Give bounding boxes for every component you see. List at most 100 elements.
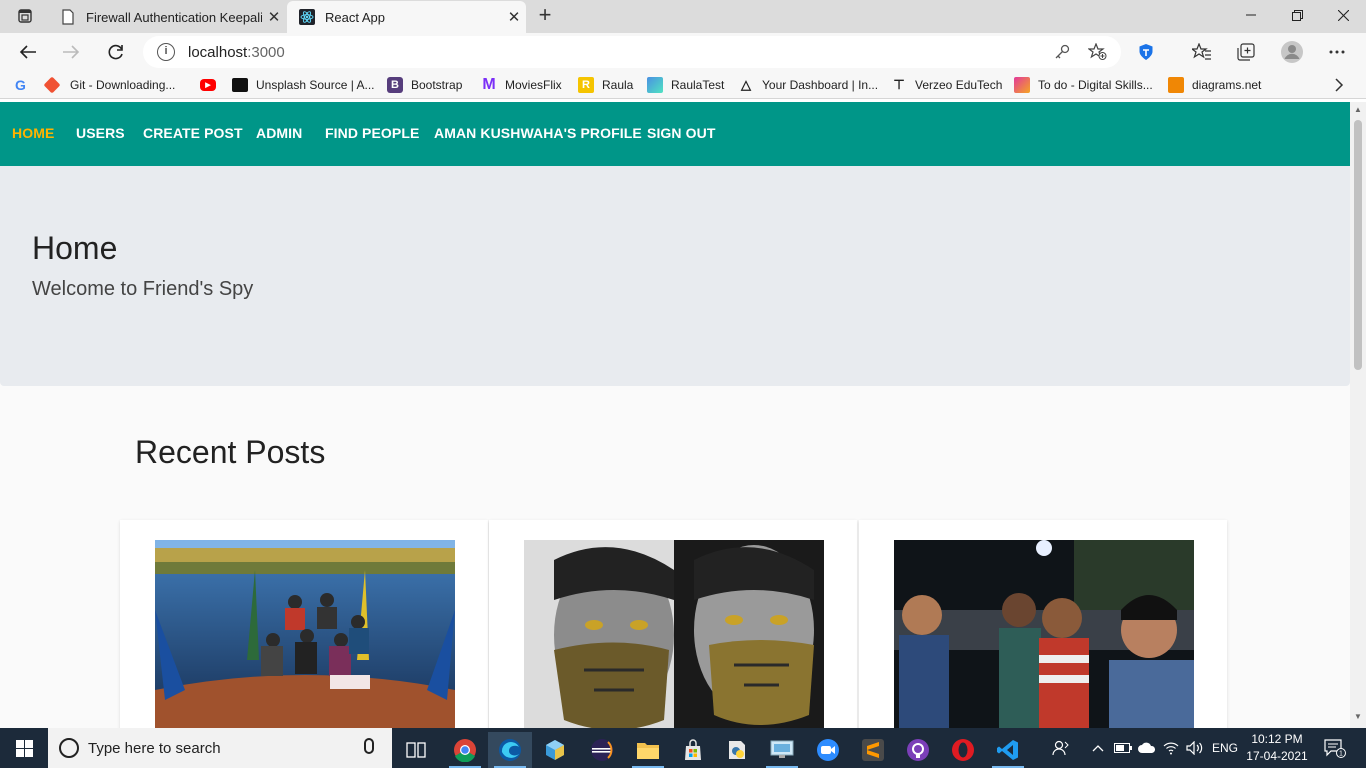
3d-viewer-icon[interactable] <box>533 732 577 768</box>
python-icon[interactable] <box>716 732 760 768</box>
opera-icon[interactable] <box>941 732 985 768</box>
store-icon[interactable] <box>671 732 715 768</box>
microphone-icon[interactable] <box>364 738 374 754</box>
eclipse-icon[interactable] <box>580 732 624 768</box>
nav-profile[interactable]: AMAN KUSHWAHA'S PROFILE <box>434 125 642 141</box>
chrome-icon[interactable] <box>443 732 487 768</box>
bookmark-todo[interactable]: To do - Digital Skills... <box>1014 76 1153 94</box>
profile-avatar-icon[interactable] <box>1277 37 1307 67</box>
bookmark-youtube[interactable]: ▶ <box>200 76 224 94</box>
remote-desktop-icon[interactable] <box>760 732 804 768</box>
youtube-icon: ▶ <box>200 79 216 91</box>
edge-icon[interactable] <box>488 732 532 768</box>
night-selfie-photo[interactable] <box>894 540 1194 728</box>
people-icon[interactable] <box>1052 728 1070 768</box>
git-icon <box>43 76 61 94</box>
minimize-icon[interactable] <box>1228 0 1274 30</box>
file-explorer-icon[interactable] <box>626 732 670 768</box>
nav-users[interactable]: USERS <box>76 125 125 141</box>
bookmark-label: Unsplash Source | A... <box>256 78 375 92</box>
bookmark-label: To do - Digital Skills... <box>1038 78 1153 92</box>
scroll-up-icon[interactable]: ▲ <box>1354 105 1362 114</box>
bookmark-label: diagrams.net <box>1192 78 1262 92</box>
bookmark-dashboard[interactable]: △ Your Dashboard | In... <box>738 76 878 94</box>
favorites-icon[interactable] <box>1187 37 1217 67</box>
windows-start-icon[interactable] <box>0 728 48 768</box>
nav-sign-out[interactable]: SIGN OUT <box>647 125 715 141</box>
post-card[interactable] <box>120 520 488 728</box>
bookmark-label: Your Dashboard | In... <box>762 78 879 92</box>
dashboard-icon: △ <box>741 77 751 92</box>
tab-firewall[interactable]: Firewall Authentication Keepalive ✕ <box>48 1 286 33</box>
notification-count: 1 <box>1339 751 1343 758</box>
bootstrap-icon: B <box>387 77 403 93</box>
site-info-icon[interactable]: i <box>157 43 175 61</box>
chevron-up-icon[interactable] <box>1092 728 1104 768</box>
bookmark-label: Raula <box>602 78 634 92</box>
forward-arrow-icon[interactable] <box>56 37 86 67</box>
zoom-icon[interactable] <box>806 732 850 768</box>
vpn-shield-icon[interactable] <box>1131 37 1161 67</box>
google-icon: G <box>15 77 26 93</box>
page-scrollbar[interactable]: ▲ ▼ <box>1350 102 1366 728</box>
todo-icon <box>1014 77 1030 93</box>
more-options-icon[interactable] <box>1322 37 1352 67</box>
recent-posts-heading: Recent Posts <box>135 434 326 470</box>
url-text: localhost:3000 <box>188 44 285 61</box>
bookmark-unsplash[interactable]: Unsplash Source | A... <box>232 76 375 94</box>
post-card[interactable] <box>489 520 857 728</box>
address-bar[interactable]: i localhost:3000 <box>143 36 1121 68</box>
bookmark-verzeo[interactable]: ⊤ Verzeo EduTech <box>891 76 1002 94</box>
add-favorite-icon[interactable] <box>1083 37 1113 67</box>
volume-icon[interactable] <box>1186 728 1204 768</box>
refresh-icon[interactable] <box>101 37 131 67</box>
chevron-right-icon[interactable] <box>1334 76 1344 94</box>
wifi-icon[interactable] <box>1163 728 1179 768</box>
raulatest-icon <box>647 77 663 93</box>
windows-taskbar: Type here to search ENG 10:12 PM 17-04-2… <box>0 728 1366 768</box>
taskbar-search[interactable]: Type here to search <box>48 728 392 768</box>
close-tab-icon[interactable]: ✕ <box>502 8 526 26</box>
tab-react-app[interactable]: React App ✕ <box>287 1 526 33</box>
tab-actions-icon[interactable] <box>8 5 42 27</box>
group-on-boat-photo[interactable] <box>155 540 455 728</box>
scroll-thumb[interactable] <box>1354 120 1362 370</box>
nav-home[interactable]: HOME <box>12 125 54 141</box>
close-window-icon[interactable] <box>1320 0 1366 30</box>
password-key-icon[interactable] <box>1047 37 1077 67</box>
language-indicator[interactable]: ENG <box>1212 728 1238 768</box>
bookmark-label: MoviesFlix <box>505 78 562 92</box>
restore-icon[interactable] <box>1274 0 1320 30</box>
bookmark-label: Bootstrap <box>411 78 463 92</box>
battery-icon[interactable] <box>1114 728 1132 768</box>
notification-center-icon[interactable]: 1 <box>1324 728 1346 768</box>
close-tab-icon[interactable]: ✕ <box>262 8 286 26</box>
clock-date: 17-04-2021 <box>1246 749 1308 763</box>
nav-admin[interactable]: ADMIN <box>256 125 302 141</box>
bookmark-label: Git - Downloading... <box>70 78 176 92</box>
clock[interactable]: 10:12 PM 17-04-2021 <box>1240 731 1314 765</box>
scroll-down-icon[interactable]: ▼ <box>1354 712 1362 721</box>
github-icon[interactable] <box>896 732 940 768</box>
bookmark-label: Verzeo EduTech <box>915 78 1003 92</box>
two-masked-friends-photo[interactable] <box>524 540 824 728</box>
bookmark-moviesflix[interactable]: M MoviesFlix <box>481 76 562 94</box>
task-view-icon[interactable] <box>394 732 438 768</box>
nav-find-people[interactable]: FIND PEOPLE <box>325 125 419 141</box>
bookmark-raula[interactable]: R Raula <box>578 76 633 94</box>
collections-icon[interactable] <box>1231 37 1261 67</box>
vscode-icon[interactable] <box>986 732 1030 768</box>
new-tab-plus-icon[interactable]: + <box>533 3 557 27</box>
onedrive-cloud-icon[interactable] <box>1138 728 1156 768</box>
back-arrow-icon[interactable] <box>13 37 43 67</box>
post-card[interactable] <box>859 520 1227 728</box>
hero-jumbotron: Home Welcome to Friend's Spy <box>0 166 1350 386</box>
bookmark-google[interactable]: G <box>15 76 26 94</box>
app-navbar: HOME USERS CREATE POST ADMIN FIND PEOPLE… <box>0 102 1350 166</box>
bookmark-raulatest[interactable]: RaulaTest <box>647 76 724 94</box>
bookmark-bootstrap[interactable]: B Bootstrap <box>387 76 462 94</box>
bookmark-git[interactable]: Git - Downloading... <box>43 76 176 94</box>
nav-create-post[interactable]: CREATE POST <box>143 125 243 141</box>
bookmark-diagrams[interactable]: diagrams.net <box>1168 76 1261 94</box>
sublime-icon[interactable] <box>851 732 895 768</box>
